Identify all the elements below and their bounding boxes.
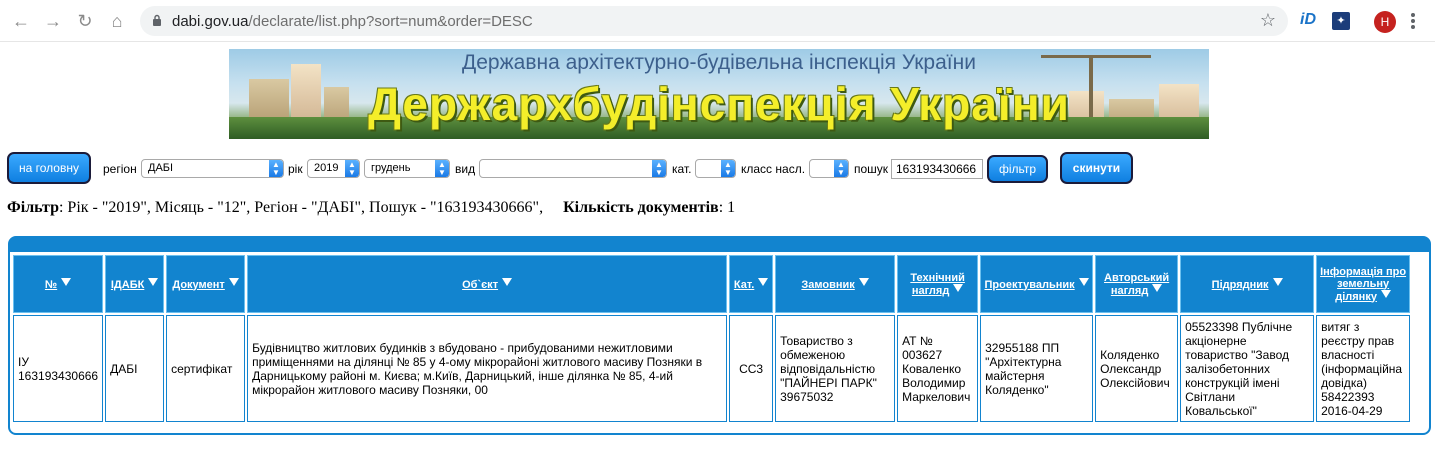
cell-object: Будівництво житлових будинків з вбудован… (247, 315, 728, 422)
consequence-class-select[interactable]: ▲ ▼ (809, 159, 849, 178)
year-label: рік (288, 162, 303, 176)
sort-desc-icon[interactable] (1152, 283, 1163, 292)
cell-category: СС3 (729, 315, 774, 422)
type-label: вид (455, 162, 476, 176)
document-count-value: : 1 (718, 199, 736, 216)
lock-icon (153, 14, 161, 26)
region-select-value: ДАБІ (148, 162, 174, 174)
column-header-label[interactable]: Проектувальник (985, 279, 1075, 291)
region-label: регіон (103, 162, 137, 176)
sort-desc-icon[interactable] (758, 277, 769, 286)
browser-menu-icon[interactable] (1410, 11, 1416, 31)
reload-icon[interactable]: ↻ (74, 10, 96, 32)
select-arrows-icon: ▲ ▼ (269, 160, 283, 177)
select-arrows-icon: ▲ ▼ (345, 160, 359, 177)
month-select-value: грудень (371, 162, 411, 174)
column-header-number[interactable]: № (13, 255, 104, 313)
banner-subtitle: Державна архітектурно-будівельна інспекц… (462, 51, 976, 74)
sort-desc-icon[interactable] (228, 277, 239, 286)
column-header-label[interactable]: Об`єкт (462, 279, 498, 291)
table-row: ІУ 163193430666 ДАБІ сертифікат Будівниц… (13, 315, 1411, 422)
type-select[interactable]: ▲ ▼ (479, 159, 667, 178)
column-header-document[interactable]: Документ (166, 255, 246, 313)
sort-desc-icon[interactable] (1380, 289, 1391, 298)
sort-desc-icon[interactable] (61, 277, 72, 286)
month-select[interactable]: грудень ▲ ▼ (364, 159, 450, 178)
region-select[interactable]: ДАБІ ▲ ▼ (141, 159, 284, 178)
filter-button[interactable]: фільтр (987, 155, 1048, 183)
cell-idabk: ДАБІ (105, 315, 165, 422)
address-bar[interactable]: dabi.gov.ua/declarate/list.php?sort=num&… (140, 6, 1288, 36)
filter-summary-text: : Рік - "2019", Місяць - "12", Регіон - … (58, 199, 544, 216)
column-header-author-supervision[interactable]: Авторський нагляд (1095, 255, 1179, 313)
banner-title: Держархбудінспекція України (368, 78, 1070, 130)
cell-document: сертифікат (166, 315, 246, 422)
forward-arrow-icon[interactable]: → (42, 10, 64, 32)
year-select-value: 2019 (314, 162, 339, 174)
cell-tech-supervision: АТ № 003627 Коваленко Володимир Маркелов… (897, 315, 979, 422)
consequence-class-label: класс насл. (741, 162, 806, 176)
category-label: кат. (672, 162, 692, 176)
url-host: dabi.gov.ua (172, 13, 249, 30)
select-arrows-icon: ▲ ▼ (721, 160, 735, 177)
url-text: dabi.gov.ua/declarate/list.php?sort=num&… (172, 13, 533, 30)
column-header-idabk[interactable]: ІДАБК (105, 255, 165, 313)
cell-author-supervision: Коляденко Олександр Олексійович (1095, 315, 1179, 422)
select-arrows-icon: ▲ ▼ (652, 160, 666, 177)
search-label: пошук (854, 162, 889, 176)
column-header-object[interactable]: Об`єкт (247, 255, 728, 313)
column-header-label[interactable]: Інформація про земельну ділянку (1320, 266, 1406, 303)
browser-toolbar: ← → ↻ ⌂ dabi.gov.ua/declarate/list.php?s… (0, 0, 1435, 42)
back-arrow-icon[interactable]: ← (10, 10, 32, 32)
column-header-label[interactable]: ІДАБК (111, 279, 144, 291)
site-banner: Державна архітектурно-будівельна інспекц… (229, 49, 1209, 139)
reset-button[interactable]: скинути (1060, 152, 1133, 184)
sort-desc-icon[interactable] (502, 277, 513, 286)
year-select[interactable]: 2019 ▲ ▼ (307, 159, 360, 178)
filter-summary-label: Фільтр (7, 199, 59, 216)
column-header-category[interactable]: Кат. (729, 255, 774, 313)
sort-desc-icon[interactable] (148, 277, 159, 286)
column-header-designer[interactable]: Проектувальник (980, 255, 1094, 313)
table-header-row: № ІДАБК Документ Об`єкт Кат. Замовник Те… (13, 255, 1411, 313)
column-header-label[interactable]: Підрядник (1212, 279, 1269, 291)
results-table: № ІДАБК Документ Об`єкт Кат. Замовник Те… (11, 253, 1412, 424)
sort-desc-icon[interactable] (1272, 277, 1283, 286)
cell-number: ІУ 163193430666 (13, 315, 104, 422)
column-header-label[interactable]: Кат. (734, 279, 754, 291)
cell-land-info: витяг з реєстру прав власності (інформац… (1316, 315, 1411, 422)
column-header-land-info[interactable]: Інформація про земельну ділянку (1316, 255, 1411, 313)
sort-desc-icon[interactable] (1078, 277, 1089, 286)
home-icon[interactable]: ⌂ (106, 10, 128, 32)
document-count-label: Кількість документів (563, 199, 719, 216)
column-header-label[interactable]: № (45, 279, 57, 291)
profile-avatar[interactable]: H (1374, 11, 1396, 33)
cell-designer: 32955188 ПП "Архітектурна майстерня Коля… (980, 315, 1094, 422)
extension-id-icon[interactable]: iD (1300, 11, 1316, 29)
bookmark-star-icon[interactable]: ☆ (1260, 10, 1276, 31)
cell-contractor: 05523398 Публічне акціонерне товариство … (1180, 315, 1315, 422)
category-select[interactable]: ▲ ▼ (695, 159, 736, 178)
sort-desc-icon[interactable] (858, 277, 869, 286)
column-header-customer[interactable]: Замовник (775, 255, 896, 313)
column-header-label[interactable]: Документ (172, 279, 224, 291)
filter-summary: Фільтр: Рік - "2019", Місяць - "12", Рег… (7, 199, 735, 217)
select-arrows-icon: ▲ ▼ (834, 160, 848, 177)
sort-desc-icon[interactable] (953, 283, 964, 292)
column-header-tech-supervision[interactable]: Технічний нагляд (897, 255, 979, 313)
search-input[interactable]: 163193430666 (891, 159, 983, 179)
extension-icon[interactable]: ✦ (1332, 12, 1350, 30)
select-arrows-icon: ▲ ▼ (435, 160, 449, 177)
column-header-label[interactable]: Замовник (801, 279, 854, 291)
results-table-panel: № ІДАБК Документ Об`єкт Кат. Замовник Те… (8, 236, 1431, 435)
url-path: /declarate/list.php?sort=num&order=DESC (248, 13, 533, 30)
home-button[interactable]: на головну (7, 152, 91, 184)
cell-customer: Товариство з обмеженою відповідальністю … (775, 315, 896, 422)
column-header-contractor[interactable]: Підрядник (1180, 255, 1315, 313)
